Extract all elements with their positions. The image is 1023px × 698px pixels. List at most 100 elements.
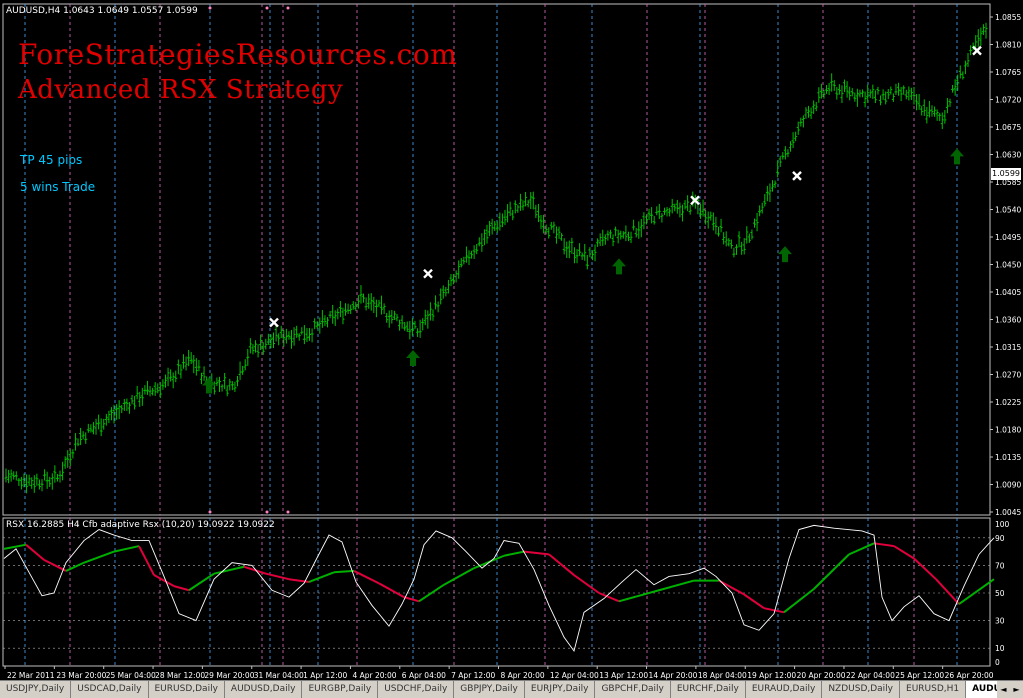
buy-arrow-icon bbox=[778, 246, 792, 263]
time-tick-label: 22 Apr 04:00 bbox=[846, 671, 895, 680]
chart-tab[interactable]: EURAUD,Daily bbox=[746, 681, 823, 698]
buy-arrow-icon bbox=[406, 350, 420, 367]
rsx-slow-segment bbox=[3, 543, 27, 550]
price-tick-label: 1.0315 bbox=[995, 343, 1021, 352]
top-marker bbox=[265, 6, 269, 10]
time-tick-label: 19 Apr 12:00 bbox=[747, 671, 796, 680]
brand-title: ForeStrategiesResources.com bbox=[18, 38, 458, 71]
rsx-slow-segment bbox=[653, 579, 695, 593]
scroll-right-icon[interactable]: ► bbox=[1010, 681, 1023, 698]
price-tick-label: 1.0135 bbox=[995, 453, 1021, 462]
indicator-frame bbox=[2, 517, 991, 667]
price-tick-label: 1.0450 bbox=[995, 261, 1021, 270]
time-tick-label: 4 Apr 20:00 bbox=[352, 671, 396, 680]
price-tick-label: 1.0495 bbox=[995, 233, 1021, 242]
scroll-left-icon[interactable]: ◄ bbox=[997, 681, 1010, 698]
rsx-slow-segment bbox=[243, 565, 267, 575]
price-tick-label: 1.0765 bbox=[995, 68, 1021, 77]
rsx-slow-segment bbox=[873, 542, 895, 548]
rsx-slow-segment bbox=[65, 561, 85, 572]
indicator-tick-label: 90 bbox=[995, 534, 1005, 543]
symbol-info: AUDUSD,H4 1.0643 1.0649 1.0557 1.0599 bbox=[6, 6, 198, 16]
indicator-tick-label: 100 bbox=[995, 520, 1010, 529]
chart-tab[interactable]: AUDUSD,Daily bbox=[225, 681, 303, 698]
price-tick-label: 1.0540 bbox=[995, 206, 1021, 215]
time-tick-label: 28 Mar 12:00 bbox=[155, 671, 205, 680]
time-tick-label: 18 Apr 04:00 bbox=[698, 671, 747, 680]
bottom-marker bbox=[286, 510, 290, 514]
price-tick-label: 1.0045 bbox=[995, 508, 1021, 517]
tab-list: USDJPY,Daily USDCAD,Daily EURUSD,Daily AUDU… bbox=[0, 681, 1023, 698]
price-tick-label: 1.0360 bbox=[995, 316, 1021, 325]
price-tick-label: 1.0855 bbox=[995, 13, 1021, 22]
time-tick-label: 29 Mar 20:00 bbox=[204, 671, 254, 680]
time-tick-label: 8 Apr 20:00 bbox=[501, 671, 545, 680]
time-tick-label: 25 Mar 04:00 bbox=[106, 671, 156, 680]
chart-tab[interactable]: GBPCHF,Daily bbox=[595, 681, 671, 698]
rsx-slow-segment bbox=[418, 583, 445, 603]
buy-arrow-icon bbox=[612, 258, 626, 275]
time-tick-label: 6 Apr 04:00 bbox=[402, 671, 446, 680]
rsx-slow-segment bbox=[503, 550, 525, 557]
bottom-marker bbox=[208, 510, 212, 514]
exit-mark-icon bbox=[972, 45, 982, 56]
price-tick-label: 1.0090 bbox=[995, 481, 1021, 490]
chart-tab[interactable]: USDCHF,Daily bbox=[378, 681, 455, 698]
rsx-slow-segment bbox=[213, 565, 245, 575]
chart-tab[interactable]: EURGBP,Daily bbox=[302, 681, 379, 698]
chart-tab[interactable]: EURUSD,Daily bbox=[149, 681, 225, 698]
indicator-tick-label: 30 bbox=[995, 617, 1005, 626]
rsx-fast-line bbox=[3, 524, 995, 652]
chart-window[interactable]: 1.0855 1.0810 1.0765 1.0720 1.0675 1.0630 1.05… bbox=[0, 0, 1023, 680]
rsx-slow-segment bbox=[958, 578, 995, 605]
chart-tab[interactable]: GBPJPY,Daily bbox=[454, 681, 525, 698]
rsx-slow-segment bbox=[893, 545, 915, 560]
time-tick-label: 22 Mar 2011 bbox=[7, 671, 55, 680]
indicator-label: RSX 16.2885 H4 Cfb adaptive Rsx (10,20) … bbox=[6, 520, 275, 530]
exit-mark-icon bbox=[423, 268, 433, 279]
strategy-title: Advanced RSX Strategy bbox=[18, 75, 344, 105]
chart-tabs: USDJPY,Daily USDCAD,Daily EURUSD,Daily AUDU… bbox=[0, 680, 1023, 698]
chart-tab[interactable]: USDJPY,Daily bbox=[0, 681, 72, 698]
rsx-slow-segment bbox=[353, 570, 380, 585]
price-tick-label: 1.0405 bbox=[995, 288, 1021, 297]
rsx-slow-segment bbox=[548, 553, 575, 576]
chart-tab[interactable]: EURUSD,H1 bbox=[900, 681, 967, 698]
rsx-slow-segment bbox=[763, 607, 785, 614]
price-tick-label: 1.0630 bbox=[995, 151, 1021, 160]
rsx-slow-segment bbox=[173, 585, 190, 592]
time-tick-label: 13 Apr 12:00 bbox=[599, 671, 648, 680]
rsx-slow-segment bbox=[935, 578, 960, 605]
rsx-slow-segment bbox=[83, 550, 115, 564]
rsx-slow-segment bbox=[573, 574, 600, 594]
time-tick-label: 14 Apr 20:00 bbox=[649, 671, 698, 680]
chart-tab[interactable]: USDCAD,Daily bbox=[71, 681, 149, 698]
rsx-slow-segment bbox=[333, 569, 355, 574]
time-tick-label: 1 Apr 12:00 bbox=[303, 671, 347, 680]
rsx-slow-segment bbox=[913, 557, 937, 580]
exit-mark-icon bbox=[792, 171, 802, 181]
chart-tab[interactable]: NZDUSD,Daily bbox=[822, 681, 901, 698]
exit-mark-icon bbox=[269, 317, 279, 328]
rsx-slow-segment bbox=[443, 567, 475, 586]
rsx-slow-segment bbox=[848, 542, 875, 556]
time-tick-label: 23 Mar 20:00 bbox=[56, 671, 106, 680]
rsx-slow-segment bbox=[265, 572, 290, 581]
buy-arrow-icon bbox=[950, 148, 964, 165]
indicator-tick-label: 50 bbox=[995, 589, 1005, 598]
time-tick-label: 20 Apr 20:00 bbox=[797, 671, 846, 680]
tp-note: TP 45 pips bbox=[20, 153, 83, 167]
rsx-slow-segment bbox=[138, 545, 155, 576]
top-marker bbox=[208, 6, 212, 10]
current-price-label: 1.0599 bbox=[991, 168, 1021, 180]
rsx-slow-segment bbox=[783, 588, 815, 614]
rsx-indicator bbox=[3, 524, 995, 652]
indicator-tick-label: 0 bbox=[995, 658, 1000, 667]
chart-tab[interactable]: EURCHF,Daily bbox=[671, 681, 746, 698]
rsx-slow-segment bbox=[25, 543, 45, 561]
price-tick-label: 1.0810 bbox=[995, 41, 1021, 50]
axes: 1.0855 1.0810 1.0765 1.0720 1.0675 1.0630 1.05… bbox=[4, 13, 1021, 680]
rsx-slow-segment bbox=[523, 550, 550, 556]
rsx-slow-segment bbox=[813, 553, 850, 590]
chart-tab[interactable]: EURJPY,Daily bbox=[525, 681, 596, 698]
